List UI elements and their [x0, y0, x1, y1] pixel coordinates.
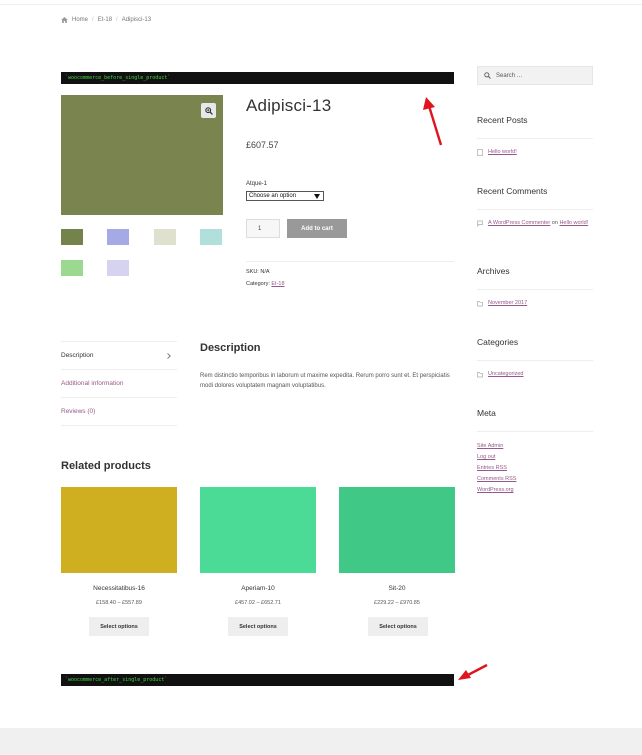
related-product-image[interactable] — [200, 487, 316, 573]
category-item: Uncategorized — [477, 370, 593, 378]
product-meta-divider — [246, 261, 454, 262]
quantity-input[interactable]: 1 — [246, 219, 280, 238]
quantity-value: 1 — [258, 225, 262, 232]
meta-link-comments-rss[interactable]: Comments RSS — [477, 476, 516, 482]
breadcrumb-current: Adipisci-13 — [121, 17, 152, 23]
search-input[interactable]: Search … — [477, 66, 593, 85]
search-icon — [484, 72, 491, 79]
folder-icon — [477, 301, 483, 307]
widget-title-meta: Meta — [477, 408, 496, 418]
breadcrumb-separator: / — [92, 17, 94, 23]
dropdown-arrow-icon — [314, 193, 320, 199]
recent-post-item: Hello world! — [477, 148, 593, 156]
breadcrumb: Home / Et-18 / Adipisci-13 — [61, 17, 151, 23]
related-product-name[interactable]: Sit-20 — [339, 585, 455, 592]
product-thumbnail[interactable] — [61, 260, 83, 276]
product-thumbnail[interactable] — [154, 229, 176, 245]
description-text: Rem distinctio temporibus in laborum ut … — [200, 373, 450, 389]
category-link[interactable]: Uncategorized — [488, 370, 523, 378]
product-category-link[interactable]: Et-18 — [271, 281, 284, 287]
related-product-image[interactable] — [339, 487, 455, 573]
product-thumbnail[interactable] — [61, 229, 83, 245]
comment-icon — [477, 220, 483, 227]
zoom-button[interactable] — [201, 103, 216, 118]
meta-link-site-admin[interactable]: Site Admin — [477, 443, 503, 449]
description-heading: Description — [200, 342, 261, 354]
meta-link-log-out[interactable]: Log out — [477, 454, 495, 460]
variation-select-value: Choose an option — [249, 193, 297, 199]
related-product-price: £229.22 – £970.85 — [374, 600, 420, 606]
product-main-image[interactable] — [61, 95, 223, 215]
recent-comment-text: A WordPress Commenter on Hello world! — [488, 219, 588, 227]
meta-link-wordpress-org[interactable]: WordPress.org — [477, 487, 514, 493]
widget-divider — [477, 138, 593, 139]
meta-link-entries-rss[interactable]: Entries RSS — [477, 465, 507, 471]
related-product-name[interactable]: Necessitatibus-16 — [61, 585, 177, 592]
folder-icon — [477, 372, 483, 378]
tab-reviews[interactable]: Reviews (0) — [61, 398, 177, 426]
archive-link[interactable]: November 2017 — [488, 299, 527, 307]
breadcrumb-separator: / — [116, 17, 118, 23]
product-price: £607.57 — [246, 140, 279, 150]
document-icon — [477, 149, 483, 156]
comment-on-text: on — [551, 220, 558, 226]
related-product-name[interactable]: Aperiam-10 — [200, 585, 316, 592]
hook-before-single-product: `woocommerce_before_single_product` — [61, 72, 454, 84]
widget-title-archives: Archives — [477, 266, 510, 276]
related-products-heading: Related products — [61, 460, 151, 472]
tab-description-label: Description — [61, 352, 94, 359]
variation-label: Atque-1 — [246, 181, 268, 187]
tab-reviews-label: Reviews (0) — [61, 408, 96, 415]
header-divider — [0, 4, 642, 5]
search-placeholder: Search … — [496, 72, 523, 79]
widget-divider — [477, 289, 593, 290]
product-thumbnail[interactable] — [200, 229, 222, 245]
product-category: Category: Et-18 — [246, 281, 285, 287]
breadcrumb-home[interactable]: Home — [72, 17, 88, 23]
recent-comment-item: A WordPress Commenter on Hello world! — [477, 219, 593, 227]
product-title: Adipisci-13 — [246, 96, 332, 115]
comment-post-link[interactable]: Hello world! — [559, 220, 588, 226]
related-product-image[interactable] — [61, 487, 177, 573]
select-options-button[interactable]: Select options — [228, 617, 288, 636]
widget-divider — [477, 431, 593, 432]
add-to-cart-button[interactable]: Add to cart — [287, 219, 347, 238]
breadcrumb-category[interactable]: Et-18 — [98, 17, 112, 23]
footer — [0, 728, 642, 755]
annotation-arrow-icon — [423, 97, 443, 146]
product-sku: SKU: N/A — [246, 269, 270, 275]
recent-post-link[interactable]: Hello world! — [488, 148, 517, 156]
annotation-arrow-icon — [458, 663, 488, 680]
comment-author-link[interactable]: A WordPress Commenter — [488, 220, 550, 226]
archive-item: November 2017 — [477, 299, 593, 307]
product-thumbnail[interactable] — [107, 229, 129, 245]
chevron-right-icon — [167, 352, 171, 359]
hook-after-single-product: `woocommerce_after_single_product` — [61, 674, 454, 686]
select-options-button[interactable]: Select options — [89, 617, 149, 636]
select-options-button[interactable]: Select options — [368, 617, 428, 636]
widget-divider — [477, 209, 593, 210]
product-category-label: Category: — [246, 281, 270, 287]
widget-divider — [477, 360, 593, 361]
tab-additional-information-label: Additional information — [61, 380, 124, 387]
zoom-icon — [204, 106, 213, 115]
variation-select[interactable]: Choose an option — [246, 191, 324, 201]
tab-additional-information[interactable]: Additional information — [61, 370, 177, 398]
tab-description[interactable]: Description — [61, 342, 177, 370]
related-product-price: £158.40 – £557.89 — [96, 600, 142, 606]
home-icon — [61, 17, 68, 23]
widget-title-recent-posts: Recent Posts — [477, 115, 528, 125]
widget-title-recent-comments: Recent Comments — [477, 186, 548, 196]
product-thumbnail[interactable] — [107, 260, 129, 276]
widget-title-categories: Categories — [477, 337, 519, 347]
related-product-price: £457.02 – £652.71 — [235, 600, 281, 606]
